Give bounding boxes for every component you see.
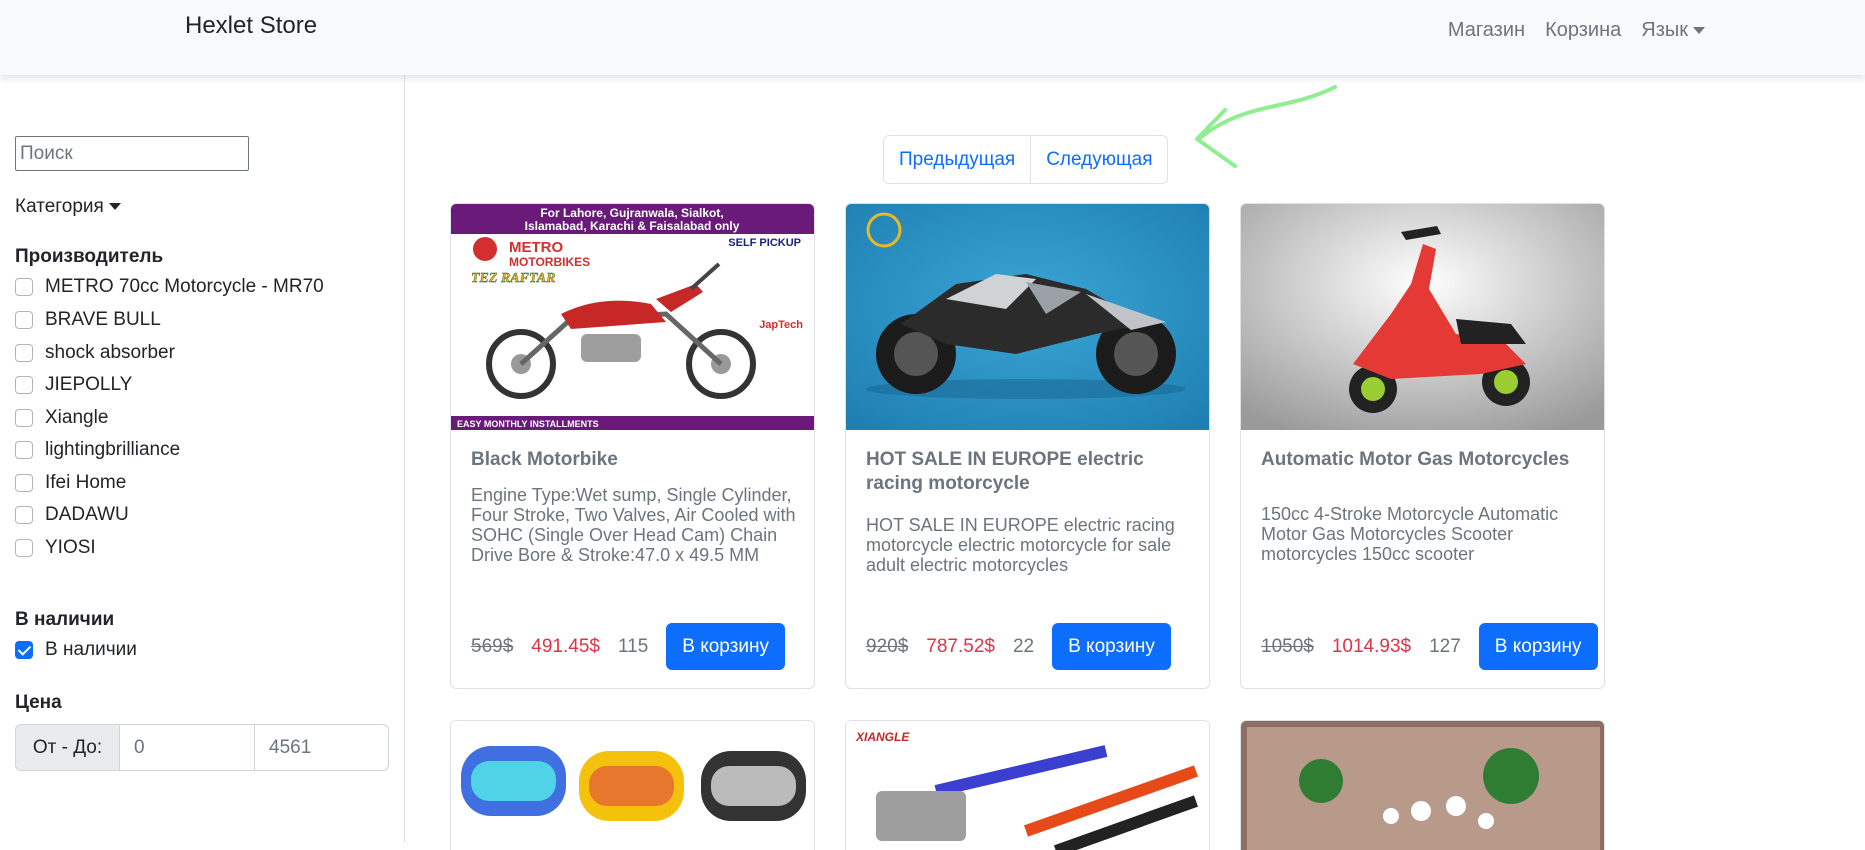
goggles-image (451, 721, 814, 850)
manufacturer-label: METRO 70cc Motorcycle - MR70 (45, 276, 324, 297)
manufacturer-label: lightingbrilliance (45, 439, 181, 460)
checkbox[interactable] (15, 506, 33, 524)
manufacturer-label: Xiangle (45, 407, 109, 428)
product-description: 150cc 4-Stroke Motorcycle Automatic Moto… (1261, 504, 1559, 564)
checkbox-checked[interactable] (15, 641, 33, 659)
product-image[interactable] (1241, 204, 1604, 430)
chevron-down-icon (108, 203, 121, 211)
price-max-input[interactable]: 4561 (255, 725, 388, 770)
manufacturer-option[interactable]: DADAWU (15, 502, 129, 528)
manufacturer-option[interactable]: Ifei Home (15, 470, 126, 496)
product-title[interactable]: Automatic Motor Gas Motorcycles (1261, 448, 1586, 472)
self-pickup: SELF PICKUP (728, 237, 801, 249)
manufacturer-option[interactable]: BRAVE BULL (15, 307, 161, 333)
product-card: For Lahore, Gujranwala, Sialkot, Islamab… (450, 203, 815, 689)
manufacturer-label: YIOSI (45, 537, 96, 558)
price-range-group: От - До: 0 4561 (15, 724, 389, 771)
nav-language-dropdown[interactable]: Язык (1641, 19, 1705, 42)
in-stock-option[interactable]: В наличии (15, 637, 137, 663)
add-to-cart-button[interactable]: В корзину (1478, 623, 1598, 670)
checkbox[interactable] (15, 311, 33, 329)
xiangle-logo: XIANGLE (855, 730, 910, 744)
brand-logo[interactable]: Hexlet Store (185, 12, 317, 40)
product-card-partial[interactable] (1240, 720, 1605, 850)
product-image[interactable] (846, 204, 1209, 430)
manufacturer-label: JIEPOLLY (45, 374, 133, 395)
stock-count: 115 (617, 635, 649, 657)
price-min-input[interactable]: 0 (120, 725, 255, 770)
nav-links: Магазин Корзина Язык (1448, 19, 1705, 42)
manufacturer-option[interactable]: METRO 70cc Motorcycle - MR70 (15, 274, 324, 300)
annotation-arrow-icon (1195, 85, 1337, 168)
stock-heading: В наличии (15, 609, 115, 630)
next-page-button[interactable]: Следующая (1030, 136, 1167, 183)
model-name: TEZ RAFTAR (471, 271, 555, 286)
category-label: Категория (15, 196, 104, 217)
product-footer: 1050$ 1014.93$ 127 В корзину (1261, 623, 1598, 670)
search-input[interactable] (15, 136, 249, 171)
nav-link-cart[interactable]: Корзина (1545, 19, 1621, 42)
chevron-down-icon (1693, 27, 1705, 35)
banner-line-2: Islamabad, Karachi & Faisalabad only (525, 219, 740, 233)
price-heading: Цена (15, 692, 62, 713)
manufacturer-option[interactable]: JIEPOLLY (15, 372, 132, 398)
manufacturer-option[interactable]: YIOSI (15, 535, 96, 561)
pagination: Предыдущая Следующая (883, 135, 1169, 184)
category-dropdown[interactable]: Категория (15, 196, 121, 218)
checkbox[interactable] (15, 344, 33, 362)
manufacturer-option[interactable]: Xiangle (15, 405, 108, 431)
checkbox[interactable] (15, 539, 33, 557)
checkbox[interactable] (15, 278, 33, 296)
sale-price: 491.45$ (531, 635, 600, 657)
checkbox[interactable] (15, 441, 33, 459)
product-title[interactable]: Black Motorbike (471, 448, 796, 472)
manufacturer-heading: Производитель (15, 246, 164, 267)
manufacturer-option[interactable]: shock absorber (15, 340, 175, 366)
manufacturer-label: DADAWU (45, 504, 129, 525)
manufacturer-option[interactable]: lightingbrilliance (15, 437, 180, 463)
product-description: Engine Type:Wet sump, Single Cylinder, F… (471, 485, 796, 565)
product-image[interactable]: For Lahore, Gujranwala, Sialkot, Islamab… (451, 204, 814, 430)
straps-image: XIANGLE (846, 721, 1209, 850)
jap-tech: JapTech (759, 319, 803, 331)
old-price: 920$ (866, 635, 909, 657)
stock-count: 127 (1429, 635, 1461, 657)
old-price: 1050$ (1261, 635, 1314, 657)
manufacturer-label: Ifei Home (45, 472, 127, 493)
sale-price: 1014.93$ (1331, 635, 1412, 657)
manufacturer-label: shock absorber (45, 342, 175, 363)
old-price: 569$ (471, 635, 514, 657)
lights-image (1241, 721, 1604, 850)
sale-price: 787.52$ (926, 635, 995, 657)
add-to-cart-button[interactable]: В корзину (666, 623, 785, 670)
brand-line-1: METRO (509, 239, 563, 256)
brand-line-2: MOTORBIKES (509, 255, 590, 269)
banner-line-1: For Lahore, Gujranwala, Sialkot, (540, 206, 723, 220)
checkbox[interactable] (15, 409, 33, 427)
product-title[interactable]: HOT SALE IN EUROPE electric racing motor… (866, 448, 1191, 496)
product-card: Automatic Motor Gas Motorcycles 150cc 4-… (1240, 203, 1605, 689)
product-description: HOT SALE IN EUROPE electric racing motor… (866, 515, 1175, 575)
installments: EASY MONTHLY INSTALLMENTS (457, 419, 599, 429)
top-navbar: Hexlet Store Магазин Корзина Язык (0, 0, 1865, 75)
manufacturer-label: BRAVE BULL (45, 309, 161, 330)
price-range-label: От - До: (16, 725, 120, 770)
product-card-partial[interactable] (450, 720, 815, 850)
product-footer: 569$ 491.45$ 115 В корзину (471, 623, 785, 670)
in-stock-label: В наличии (45, 639, 137, 660)
product-card-partial[interactable]: XIANGLE (845, 720, 1210, 850)
sidebar-divider (404, 75, 405, 842)
nav-language-label: Язык (1641, 19, 1688, 41)
stock-count: 22 (1012, 635, 1035, 657)
product-footer: 920$ 787.52$ 22 В корзину (866, 623, 1171, 670)
nav-link-shop[interactable]: Магазин (1448, 19, 1525, 42)
product-card: HOT SALE IN EUROPE electric racing motor… (845, 203, 1210, 689)
prev-page-button[interactable]: Предыдущая (884, 136, 1030, 183)
add-to-cart-button[interactable]: В корзину (1052, 623, 1171, 670)
checkbox[interactable] (15, 474, 33, 492)
checkbox[interactable] (15, 376, 33, 394)
